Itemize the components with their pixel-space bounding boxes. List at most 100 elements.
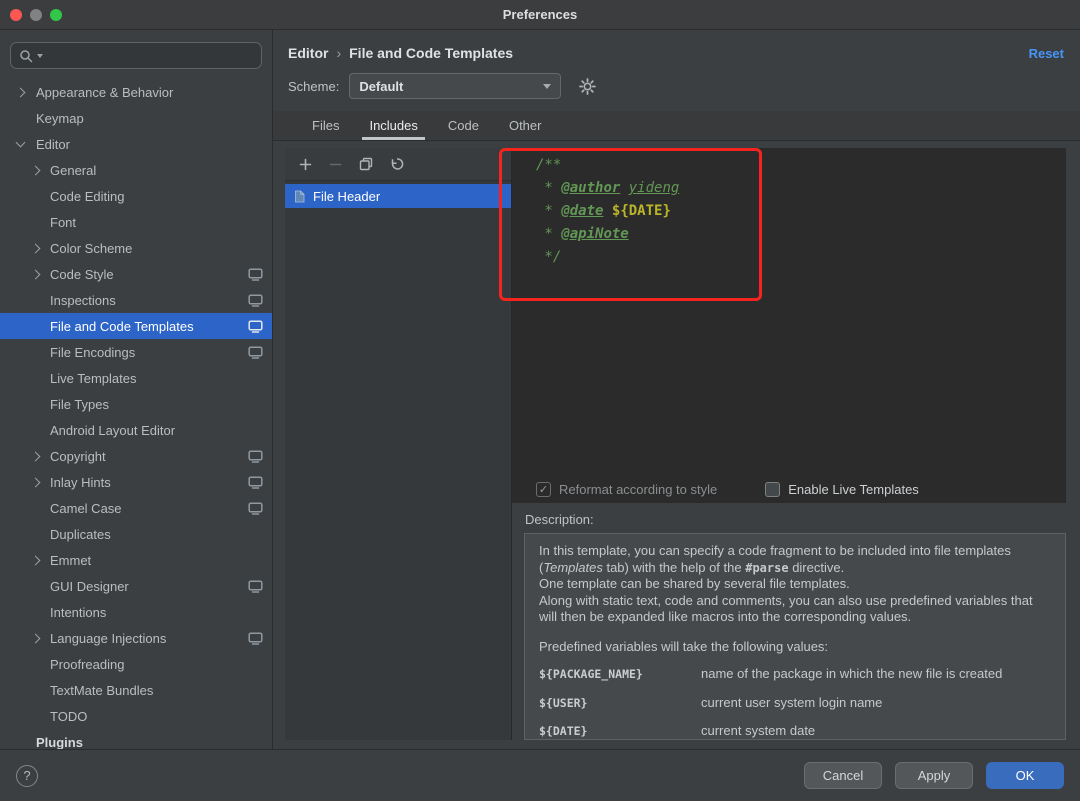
reset-link[interactable]: Reset xyxy=(1029,46,1064,61)
template-tabs: FilesIncludesCodeOther xyxy=(273,111,1080,141)
chevron-right-icon xyxy=(31,555,41,565)
sidebar-item-label: General xyxy=(50,163,96,178)
scheme-label: Scheme: xyxy=(288,79,339,94)
sidebar-item-duplicates[interactable]: Duplicates xyxy=(0,521,272,547)
zoom-button[interactable] xyxy=(50,9,62,21)
footer: ? Cancel Apply OK xyxy=(0,749,1080,801)
monitor-icon xyxy=(248,268,263,281)
template-editor[interactable]: /** * @author yideng * @date ${DATE} * @… xyxy=(512,148,1066,475)
sidebar-item-code-editing[interactable]: Code Editing xyxy=(0,183,272,209)
variable-description: name of the package in which the new fil… xyxy=(701,666,1002,683)
settings-content: Editor › File and Code Templates Reset S… xyxy=(273,30,1080,749)
code-line: */ xyxy=(536,246,1056,269)
sidebar-item-code-style[interactable]: Code Style xyxy=(0,261,272,287)
minimize-button[interactable] xyxy=(30,9,42,21)
live-templates-checkbox-label: Enable Live Templates xyxy=(788,482,919,497)
description-box: In this template, you can specify a code… xyxy=(524,533,1066,740)
template-item-file-header[interactable]: File Header xyxy=(285,184,511,208)
sidebar-item-camel-case[interactable]: Camel Case xyxy=(0,495,272,521)
sidebar-item-label: Editor xyxy=(36,137,70,152)
breadcrumb-separator: › xyxy=(336,45,341,61)
variable-name: ${PACKAGE_NAME} xyxy=(539,666,701,683)
code-line: * @date ${DATE} xyxy=(536,200,1056,223)
search-input[interactable] xyxy=(10,42,262,69)
chevron-right-icon xyxy=(31,633,41,643)
variable-name: ${DATE} xyxy=(539,723,701,740)
sidebar-item-label: Camel Case xyxy=(50,501,122,516)
sidebar-item-emmet[interactable]: Emmet xyxy=(0,547,272,573)
template-settings-body: File Header /** * @author yideng * @date… xyxy=(273,141,1080,749)
monitor-icon xyxy=(248,294,263,307)
sidebar-item-label: Inspections xyxy=(50,293,116,308)
sidebar-item-label: Code Style xyxy=(50,267,114,282)
sidebar-item-general[interactable]: General xyxy=(0,157,272,183)
sidebar-item-label: Android Layout Editor xyxy=(50,423,175,438)
monitor-icon xyxy=(248,320,263,333)
sidebar-item-label: Intentions xyxy=(50,605,106,620)
sidebar-item-gui-designer[interactable]: GUI Designer xyxy=(0,573,272,599)
copy-template-button[interactable] xyxy=(359,157,373,171)
template-item-label: File Header xyxy=(313,189,380,204)
settings-sidebar: Appearance & Behavior Keymap Editor General… xyxy=(0,30,273,749)
sidebar-item-inspections[interactable]: Inspections xyxy=(0,287,272,313)
revert-template-button[interactable] xyxy=(390,157,404,171)
chevron-right-icon xyxy=(16,87,26,97)
sidebar-item-file-encodings[interactable]: File Encodings xyxy=(0,339,272,365)
monitor-icon xyxy=(248,632,263,645)
chevron-down-icon xyxy=(16,138,26,148)
close-button[interactable] xyxy=(10,9,22,21)
search-icon xyxy=(19,49,33,63)
description-paragraph: Along with static text, code and comment… xyxy=(539,593,1051,626)
sidebar-item-intentions[interactable]: Intentions xyxy=(0,599,272,625)
sidebar-item-copyright[interactable]: Copyright xyxy=(0,443,272,469)
sidebar-item-inlay-hints[interactable]: Inlay Hints xyxy=(0,469,272,495)
scheme-select[interactable]: Default xyxy=(349,73,561,99)
variable-row: ${USER}current user system login name xyxy=(539,695,1051,712)
live-templates-checkbox[interactable]: Enable Live Templates xyxy=(765,482,919,497)
sidebar-item-todo[interactable]: TODO xyxy=(0,703,272,729)
code-line: * @author yideng xyxy=(536,177,1056,200)
ok-button[interactable]: OK xyxy=(986,762,1064,789)
sidebar-item-textmate-bundles[interactable]: TextMate Bundles xyxy=(0,677,272,703)
variable-row: ${DATE}current system date xyxy=(539,723,1051,740)
scheme-row: Scheme: Default xyxy=(273,68,1080,104)
apply-button[interactable]: Apply xyxy=(895,762,973,789)
sidebar-item-file-and-code-templates[interactable]: File and Code Templates xyxy=(0,313,272,339)
sidebar-item-color-scheme[interactable]: Color Scheme xyxy=(0,235,272,261)
breadcrumb-editor[interactable]: Editor xyxy=(288,45,328,61)
cancel-button[interactable]: Cancel xyxy=(804,762,882,789)
reformat-checkbox: Reformat according to style xyxy=(536,482,717,497)
tab-includes[interactable]: Includes xyxy=(356,111,430,140)
sidebar-item-file-types[interactable]: File Types xyxy=(0,391,272,417)
tab-files[interactable]: Files xyxy=(299,111,352,140)
scheme-selected-value: Default xyxy=(359,79,543,94)
tab-code[interactable]: Code xyxy=(435,111,492,140)
sidebar-item-label: TextMate Bundles xyxy=(50,683,153,698)
sidebar-item-label: Emmet xyxy=(50,553,91,568)
sidebar-item-label: Inlay Hints xyxy=(50,475,111,490)
sidebar-item-editor[interactable]: Editor xyxy=(0,131,272,157)
sidebar-item-label: Live Templates xyxy=(50,371,136,386)
gear-icon[interactable] xyxy=(579,78,596,95)
sidebar-item-keymap[interactable]: Keymap xyxy=(0,105,272,131)
code-line: /** xyxy=(536,154,1056,177)
sidebar-item-label: Keymap xyxy=(36,111,84,126)
monitor-icon xyxy=(248,346,263,359)
template-list-toolbar xyxy=(285,148,511,181)
sidebar-item-live-templates[interactable]: Live Templates xyxy=(0,365,272,391)
sidebar-item-font[interactable]: Font xyxy=(0,209,272,235)
sidebar-item-language-injections[interactable]: Language Injections xyxy=(0,625,272,651)
sidebar-item-android-layout-editor[interactable]: Android Layout Editor xyxy=(0,417,272,443)
chevron-right-icon xyxy=(31,243,41,253)
sidebar-item-plugins[interactable]: Plugins xyxy=(0,729,272,749)
monitor-icon xyxy=(248,502,263,515)
sidebar-item-label: TODO xyxy=(50,709,87,724)
help-button[interactable]: ? xyxy=(16,765,38,787)
add-template-button[interactable] xyxy=(299,158,312,171)
monitor-icon xyxy=(248,450,263,463)
sidebar-item-appearance-behavior[interactable]: Appearance & Behavior xyxy=(0,79,272,105)
sidebar-item-label: Appearance & Behavior xyxy=(36,85,173,100)
tab-other[interactable]: Other xyxy=(496,111,555,140)
sidebar-item-proofreading[interactable]: Proofreading xyxy=(0,651,272,677)
sidebar-item-label: Font xyxy=(50,215,76,230)
